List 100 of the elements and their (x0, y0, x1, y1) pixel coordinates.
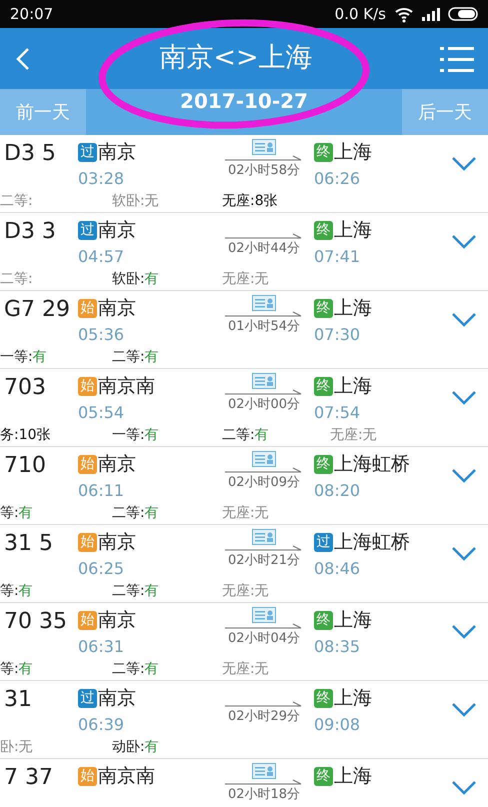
train-row[interactable]: 70 35 始 南京 06:31 02小时04分 终 上海 08:35 等:有 二等:有 无座:无 (0, 603, 488, 681)
seat-availability: 等:有 (0, 660, 34, 678)
train-row[interactable]: 710 始 南京 06:11 02小时09分 终 上海虹桥 08:20 等:有 二等:有 无座:无 (0, 447, 488, 525)
train-number: 710 (3, 452, 47, 480)
station-type-tag: 终 (314, 610, 333, 630)
arrival-time: 07:41 (314, 246, 362, 267)
seat-availability: 等:有 (0, 582, 34, 600)
arrival-station: 上海 (334, 296, 372, 321)
station-type-tag: 始 (78, 610, 97, 630)
station-type-tag: 终 (314, 376, 333, 396)
departure-time: 05:54 (78, 402, 126, 423)
chevron-down-icon (451, 156, 477, 172)
arrival-station: 上海 (334, 608, 372, 633)
departure-time: 06:25 (78, 558, 126, 579)
arrival-station: 上海 (334, 218, 372, 243)
departure-station: 南京 (98, 686, 136, 711)
arrival-station: 上海 (334, 374, 372, 399)
train-number: D3 3 (3, 218, 57, 246)
departure-time: 04:57 (78, 246, 126, 267)
travel-duration: 02小时00分 (228, 396, 300, 414)
station-type-tag: 终 (314, 220, 333, 240)
network-speed-text: 0.0 K/s (334, 4, 386, 25)
station-type-tag: 终 (314, 766, 333, 786)
travel-duration: 02小时09分 (228, 474, 300, 492)
train-row[interactable]: D3 5 过 南京 03:28 02小时58分 终 上海 06:26 二等: 软卧:无 无座:8张 (0, 135, 488, 213)
train-row[interactable]: 7 37 始 南京南 02小时18分 终 上海 (0, 759, 488, 807)
train-row[interactable]: D3 3 过 南京 04:57 02小时44分 终 上海 07:41 二等: 软卧:有 无座:无 (0, 213, 488, 291)
train-row[interactable]: 31 5 始 南京 06:25 02小时21分 过 上海虹桥 08:46 等:有 二等:有 无座:无 (0, 525, 488, 603)
seat-availability: 无座:无 (222, 504, 270, 522)
train-number: 7 37 (3, 764, 54, 792)
page-title: 南京<>上海 (159, 41, 313, 76)
station-type-tag: 始 (78, 454, 97, 474)
travel-duration: 01小时54分 (228, 318, 300, 336)
arrival-station: 上海 (334, 686, 372, 711)
train-number: D3 5 (3, 140, 57, 168)
train-row[interactable]: 31 过 南京 06:39 02小时29分 终 上海 09:08 卧:无 动卧:有 (0, 681, 488, 759)
seat-availability: 二等:有 (222, 426, 270, 444)
train-number: 70 35 (3, 608, 68, 636)
train-row[interactable]: G7 29 始 南京 05:36 01小时54分 终 上海 07:30 一等:有 二等:有 (0, 291, 488, 369)
arrival-time: 06:26 (314, 168, 362, 189)
station-type-tag: 终 (314, 454, 333, 474)
station-type-tag: 始 (78, 376, 97, 396)
departure-station: 南京 (98, 608, 136, 633)
train-row[interactable]: 703 始 南京南 05:54 02小时00分 终 上海 07:54 务:10张 一等:有 二等:有 无座:无 (0, 369, 488, 447)
arrival-time: 08:35 (314, 636, 362, 657)
seat-availability: 等:有 (0, 504, 34, 522)
seat-availability: 二等:有 (112, 348, 160, 366)
departure-time: 06:39 (78, 714, 126, 735)
date-text: 2017-10-27 (180, 89, 308, 113)
menu-button[interactable] (440, 44, 474, 72)
seat-availability: 一等:有 (0, 348, 48, 366)
chevron-down-icon (451, 390, 477, 406)
station-type-tag: 过 (78, 688, 97, 708)
wifi-icon (394, 6, 414, 22)
arrival-time: 07:54 (314, 402, 362, 423)
departure-station: 南京 (98, 296, 136, 321)
seat-availability: 务:10张 (0, 426, 52, 444)
seat-availability: 软卧:有 (112, 270, 160, 288)
station-type-tag: 始 (78, 298, 97, 318)
station-type-tag: 终 (314, 142, 333, 162)
seat-availability: 无座:无 (222, 582, 270, 600)
departure-station: 南京 (98, 530, 136, 555)
departure-station: 南京 (98, 140, 136, 165)
seat-availability: 一等:有 (112, 426, 160, 444)
back-icon (14, 46, 32, 72)
station-type-tag: 终 (314, 688, 333, 708)
travel-duration: 02小时21分 (228, 552, 300, 570)
seat-availability: 二等:有 (112, 504, 160, 522)
seat-availability: 无座:无 (222, 270, 270, 288)
chevron-down-icon (451, 624, 477, 640)
departure-station: 南京南 (98, 764, 155, 789)
back-button[interactable] (14, 46, 32, 72)
seat-availability: 无座:无 (222, 660, 270, 678)
arrival-station: 上海 (334, 764, 372, 789)
arrival-station: 上海虹桥 (334, 530, 410, 555)
departure-station: 南京 (98, 452, 136, 477)
station-type-tag: 始 (78, 766, 97, 786)
travel-duration: 02小时58分 (228, 162, 300, 180)
arrival-station: 上海虹桥 (334, 452, 410, 477)
departure-time: 03:28 (78, 168, 126, 189)
arrival-time: 09:08 (314, 714, 362, 735)
seat-availability: 二等:有 (112, 660, 160, 678)
menu-icon (440, 44, 474, 72)
battery-icon (448, 7, 478, 21)
clock-text: 20:07 (10, 4, 54, 25)
train-number: 31 5 (3, 530, 54, 558)
train-number: 31 (3, 686, 33, 714)
departure-time: 06:31 (78, 636, 126, 657)
station-type-tag: 始 (78, 532, 97, 552)
signal-icon (422, 7, 440, 21)
arrival-time: 08:46 (314, 558, 362, 579)
travel-duration: 02小时29分 (228, 708, 300, 726)
train-number: 703 (3, 374, 47, 402)
arrival-time: 07:30 (314, 324, 362, 345)
departure-station: 南京南 (98, 374, 155, 399)
chevron-down-icon (451, 234, 477, 250)
travel-duration: 02小时18分 (228, 786, 300, 804)
chevron-down-icon (451, 702, 477, 718)
departure-station: 南京 (98, 218, 136, 243)
departure-time: 06:11 (78, 480, 126, 501)
